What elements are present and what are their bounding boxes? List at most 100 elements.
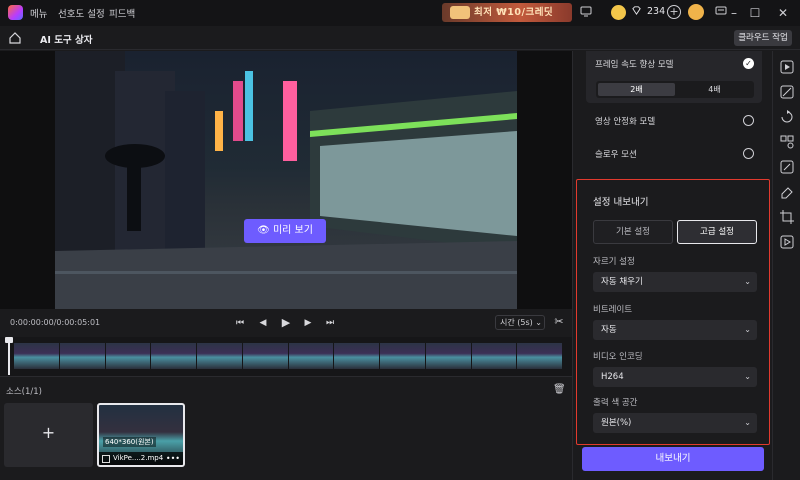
tool-header: AI 도구 상자 클라우드 작업 — [0, 26, 800, 50]
app-logo-icon — [8, 5, 23, 20]
crop-settings-select[interactable]: 자동 채우기 ⌄ — [593, 272, 757, 292]
gift-icon — [450, 6, 470, 19]
export-settings-title: 설정 내보내기 — [593, 197, 649, 208]
clip-name-bar: VikPe....2.mp4 ••• — [99, 452, 183, 465]
page-title: AI 도구 상자 — [40, 35, 93, 46]
color-space-value: 원본(%) — [601, 418, 632, 428]
timecode: 0:00:00:00/0:00:05:01 — [10, 318, 101, 327]
crop-settings-value: 자동 채우기 — [601, 277, 643, 287]
chevron-down-icon: ⌄ — [744, 325, 751, 334]
bitrate-select[interactable]: 자동 ⌄ — [593, 320, 757, 340]
more-icon[interactable]: ••• — [166, 453, 180, 465]
menu-item-preferences[interactable]: 선호도 설정 — [58, 6, 105, 20]
frame-thumbnail — [517, 343, 562, 369]
chevron-down-icon: ⌄ — [744, 372, 751, 381]
rotate-icon[interactable] — [779, 109, 795, 125]
minimize-icon[interactable]: – — [725, 4, 743, 22]
step-back-icon[interactable]: ◀ — [256, 316, 270, 330]
diamond-icon — [628, 5, 644, 21]
frame-thumbnail — [471, 343, 517, 369]
video-preview — [55, 51, 517, 309]
magic-icon[interactable] — [779, 84, 795, 100]
basic-settings-tab[interactable]: 기본 설정 — [593, 220, 673, 244]
check-icon[interactable]: ✓ — [743, 58, 754, 69]
menu-item-feedback[interactable]: 피드백 — [109, 6, 135, 20]
filmstrip[interactable] — [0, 337, 572, 377]
frame-thumbnail — [197, 343, 242, 369]
skip-back-icon[interactable]: ⏮ — [233, 316, 247, 330]
stabilize-model-label: 영상 안정화 모델 — [595, 117, 656, 127]
source-clip[interactable]: 640*360(원본) VikPe....2.mp4 ••• — [97, 403, 185, 467]
skip-forward-icon[interactable]: ⏭ — [323, 316, 337, 330]
play-icon[interactable]: ▶ — [279, 316, 293, 330]
frame-thumbnail — [151, 343, 196, 369]
source-header: 소스(1/1) 🗑 — [0, 378, 572, 398]
frame-thumbnail — [14, 343, 59, 369]
credits-count: 234 — [647, 6, 666, 17]
avatar-icon[interactable] — [688, 4, 704, 20]
shapes-icon[interactable] — [779, 134, 795, 150]
eye-icon: 👁 — [257, 225, 273, 236]
video-encoding-select[interactable]: H264 ⌄ — [593, 367, 757, 387]
video-enhance-icon[interactable] — [779, 59, 795, 75]
title-bar: 메뉴 선호도 설정 피드백 최저 ₩10/크레딧 234 + – ☐ ✕ — [0, 0, 800, 26]
promo-banner[interactable]: 최저 ₩10/크레딧 — [442, 3, 572, 22]
slow-motion-label: 슬로우 모션 — [595, 150, 637, 160]
plus-icon: + — [41, 423, 56, 442]
playhead[interactable] — [8, 337, 10, 375]
frame-thumbnail — [334, 343, 379, 369]
frame-model-label: 프레임 속도 향상 모델 — [595, 60, 674, 70]
export-settings-section: 설정 내보내기 기본 설정 고급 설정 자르기 설정 자동 채우기 ⌄ 비트레이트… — [576, 179, 770, 445]
chevron-down-icon: ⌄ — [744, 418, 751, 427]
preview-button-label: 미리 보기 — [272, 225, 313, 236]
close-icon[interactable]: ✕ — [774, 4, 792, 22]
export-button[interactable]: 내보내기 — [582, 447, 764, 471]
frame-thumbnail — [425, 343, 471, 369]
home-icon[interactable] — [8, 31, 22, 45]
advanced-settings-tab[interactable]: 고급 설정 — [677, 220, 757, 244]
add-credits-button[interactable]: + — [667, 5, 681, 19]
monitor-icon[interactable] — [578, 5, 594, 21]
settings-panel: 프레임 속도 향상 모델 ✓ 2배 4배 영상 안정화 모델 슬로우 모션 설정… — [572, 51, 772, 480]
color-space-select[interactable]: 원본(%) ⌄ — [593, 413, 757, 433]
stabilize-radio[interactable] — [743, 115, 754, 126]
timeline-controls: 0:00:00:00/0:00:05:01 ⏮ ◀ ▶ ▶ ⏭ 시간 (5s) … — [0, 310, 572, 336]
cloud-task-button[interactable]: 클라우드 작업 — [734, 30, 792, 46]
clip-resolution: 640*360(원본) — [103, 437, 156, 447]
bitrate-value: 자동 — [601, 325, 617, 335]
maximize-icon[interactable]: ☐ — [746, 4, 764, 22]
color-space-label: 출력 색 공간 — [593, 398, 638, 408]
bitrate-label: 비트레이트 — [593, 305, 633, 315]
time-select[interactable]: 시간 (5s) ⌄ — [495, 315, 545, 330]
chevron-down-icon: ⌄ — [744, 277, 751, 286]
video-encoding-label: 비디오 인코딩 — [593, 352, 643, 362]
preview-area: 👁 미리 보기 — [0, 51, 572, 309]
frame-thumbnail — [242, 343, 288, 369]
frame-thumbnail — [105, 343, 151, 369]
add-source-button[interactable]: + — [4, 403, 93, 467]
crop-icon[interactable] — [779, 209, 795, 225]
frame-strip — [14, 343, 562, 369]
slow-motion-radio[interactable] — [743, 148, 754, 159]
eraser-icon[interactable] — [779, 184, 795, 200]
video-encoding-value: H264 — [601, 372, 624, 382]
crop-settings-label: 자르기 설정 — [593, 257, 635, 267]
video-file-icon — [102, 455, 110, 463]
video-ai-icon[interactable] — [779, 234, 795, 250]
frame-thumbnail — [380, 343, 425, 369]
menu-item-menu[interactable]: 메뉴 — [30, 6, 47, 20]
frame-multiplier-toggle: 2배 4배 — [596, 81, 754, 98]
time-select-value: 시간 (5s) — [500, 318, 533, 327]
promo-text: 최저 ₩10/크레딧 — [474, 7, 554, 18]
preview-button[interactable]: 👁 미리 보기 — [244, 219, 326, 243]
frame-thumbnail — [288, 343, 334, 369]
frame-model-card[interactable]: 프레임 속도 향상 모델 ✓ 2배 4배 — [586, 51, 762, 103]
scissors-icon[interactable]: ✂ — [552, 315, 566, 329]
option-4x[interactable]: 4배 — [676, 83, 753, 96]
option-2x[interactable]: 2배 — [598, 83, 675, 96]
clip-name: VikPe....2.mp4 — [113, 454, 164, 462]
edit-icon[interactable] — [779, 159, 795, 175]
trash-icon[interactable]: 🗑 — [553, 384, 566, 396]
step-forward-icon[interactable]: ▶ — [301, 316, 315, 330]
coin-icon[interactable] — [611, 5, 626, 20]
